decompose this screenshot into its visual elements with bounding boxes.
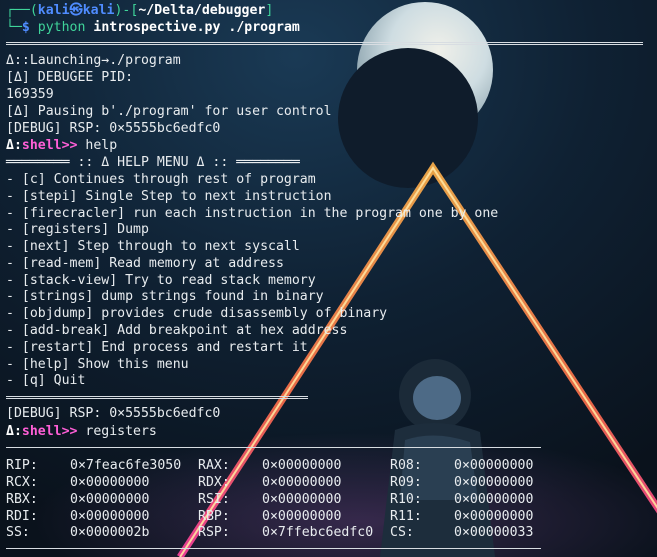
help-item-stepi: - [stepi] Single Step to next instructio… [6, 189, 332, 204]
register-value: 0×00000000 [454, 475, 534, 490]
register-value: 0×7feac6fe3050 [70, 458, 182, 473]
help-item-firecracler: - [firecracler] run each instruction in … [6, 206, 499, 221]
help-item-quit: - [q] Quit [6, 373, 86, 388]
entered-command: help [77, 138, 118, 153]
help-item-stack-view: - [stack-view] Try to read stack memory [6, 273, 316, 288]
prompt-user: kali [37, 3, 70, 18]
register-name: CS: [390, 525, 414, 540]
debugger-shell-line: Δ:shell>> help [6, 138, 117, 155]
register-name: RBX: [6, 492, 38, 507]
divider [6, 447, 541, 448]
register-name: RDX: [198, 475, 230, 490]
pid-label: [Δ] DEBUGEE PID: [6, 70, 134, 85]
register-name: SS: [6, 525, 30, 540]
register-name: R08: [390, 458, 422, 473]
help-menu-header: ════════ :: Δ HELP MENU Δ :: ════════ [6, 155, 300, 170]
divider [6, 396, 308, 399]
register-name: RCX: [6, 475, 38, 490]
register-value: 0×00000033 [454, 525, 534, 540]
debugger-shell-line: Δ:shell>> registers [6, 424, 157, 441]
shell-prompt-label: shell>> [21, 424, 78, 439]
divider [6, 548, 541, 549]
help-item-help: - [help] Show this menu [6, 357, 189, 372]
help-item-registers: - [registers] Dump [6, 222, 149, 237]
register-value: 0×00000000 [454, 509, 534, 524]
register-value: 0×00000000 [262, 475, 342, 490]
entered-command: registers [77, 424, 157, 439]
help-item-add-break: - [add-break] Add breakpoint at hex addr… [6, 323, 348, 338]
prompt-frame: └─ [6, 20, 22, 35]
prompt-frame: ] [265, 3, 274, 18]
register-name: RAX: [198, 458, 230, 473]
register-value: 0×00000000 [454, 492, 534, 507]
help-item-next: - [next] Step through to next syscall [6, 239, 300, 254]
help-item-continue: - [c] Continues through rest of program [6, 172, 316, 187]
register-value: 0×7ffebc6edfc0 [262, 525, 374, 540]
register-name: R10: [390, 492, 422, 507]
prompt-frame: )-[ [114, 3, 139, 18]
command-name: python [37, 20, 86, 35]
shell-delta-prefix: Δ: [6, 138, 22, 153]
register-name: RDI: [6, 509, 38, 524]
register-name: RSP: [198, 525, 230, 540]
register-value: 0×0000002b [70, 525, 150, 540]
prompt-at-symbol: ㉿ [69, 3, 83, 18]
register-name: RSI: [198, 492, 230, 507]
register-value: 0×00000000 [262, 509, 342, 524]
prompt-host: kali [82, 3, 115, 18]
debug-rsp-line: [DEBUG] RSP: 0×5555bc6edfc0 [6, 121, 221, 136]
shell-command-line: └─$ python introspective.py ./program [6, 20, 300, 37]
command-arg-program: ./program [228, 20, 300, 35]
register-value: 0×00000000 [262, 492, 342, 507]
debug-rsp-line: [DEBUG] RSP: 0×5555bc6edfc0 [6, 406, 221, 421]
help-item-strings: - [strings] dump strings found in binary [6, 289, 324, 304]
prompt-path: ~/Delta/debugger [138, 3, 266, 18]
help-item-read-mem: - [read-mem] Read memory at address [6, 256, 284, 271]
register-value: 0×00000000 [70, 475, 150, 490]
register-name: R09: [390, 475, 422, 490]
register-name: R11: [390, 509, 422, 524]
launch-message: Δ::Launching→./program [6, 53, 181, 68]
shell-prompt-line: ┌──(kali㉿kali)-[~/Delta/debugger] [6, 3, 273, 20]
shell-delta-prefix: Δ: [6, 424, 22, 439]
shell-prompt-label: shell>> [21, 138, 78, 153]
register-value: 0×00000000 [70, 509, 150, 524]
terminal-window[interactable]: ┌──(kali㉿kali)-[~/Delta/debugger] └─$ py… [0, 0, 657, 557]
register-value: 0×00000000 [262, 458, 342, 473]
prompt-frame: ┌──( [6, 3, 38, 18]
pause-message: [Δ] Pausing b'./program' for user contro… [6, 104, 332, 119]
help-item-objdump: - [objdump] provides crude disassembly o… [6, 306, 388, 321]
register-name: RBP: [198, 509, 230, 524]
register-name: RIP: [6, 458, 38, 473]
help-item-restart: - [restart] End process and restart it [6, 340, 308, 355]
command-arg-script: introspective.py [93, 20, 221, 35]
register-value: 0×00000000 [454, 458, 534, 473]
prompt-dollar: $ [21, 20, 38, 35]
pid-value: 169359 [6, 87, 54, 102]
divider [6, 42, 643, 45]
register-value: 0×00000000 [70, 492, 150, 507]
